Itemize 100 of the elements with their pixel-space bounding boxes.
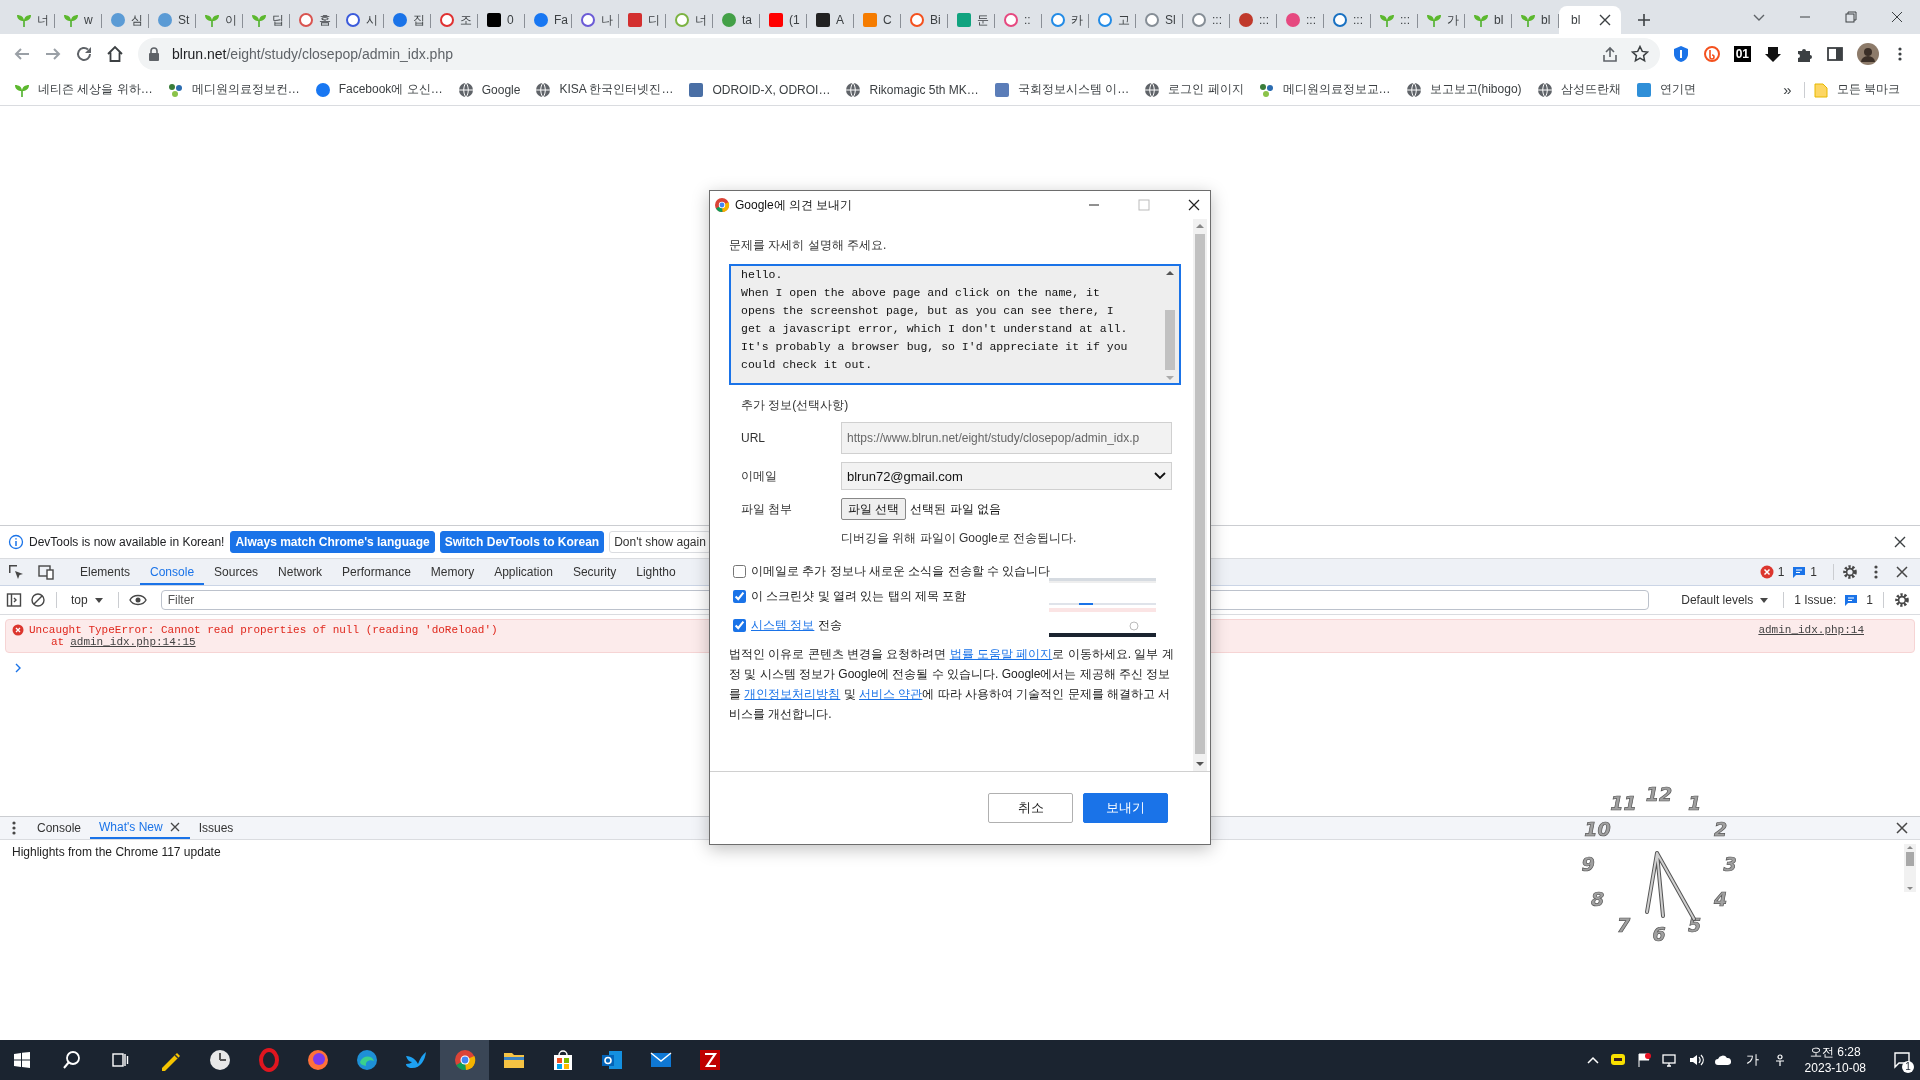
drawer-tab[interactable]: Console	[28, 816, 91, 839]
tab[interactable]: bl	[1559, 6, 1621, 34]
new-tab-icon[interactable]	[1636, 12, 1652, 28]
file-choose-button[interactable]: 파일 선택	[841, 498, 907, 520]
tab[interactable]: bl	[1465, 6, 1512, 34]
scrollbar[interactable]	[1193, 219, 1207, 771]
scrollbar[interactable]	[1164, 268, 1176, 383]
tab[interactable]: 둔	[948, 6, 995, 34]
search-icon[interactable]	[62, 1050, 82, 1070]
tab[interactable]: (1	[760, 6, 807, 34]
close-icon[interactable]	[1892, 534, 1908, 550]
home-icon[interactable]	[106, 45, 124, 63]
bookmark-star-icon[interactable]	[1630, 45, 1649, 63]
extension-icon[interactable]: 01	[1733, 46, 1751, 62]
tab[interactable]: ta	[713, 6, 760, 34]
infobar-button[interactable]: Don't show again	[609, 531, 711, 553]
checkbox[interactable]	[733, 590, 746, 603]
tab[interactable]: St	[149, 6, 196, 34]
tab[interactable]: Sl	[1136, 6, 1183, 34]
taskbar-time[interactable]: 오전 6:28	[1809, 1044, 1861, 1060]
bookmark[interactable]: ODROID-X, ODROI…	[688, 81, 831, 98]
settings-icon[interactable]	[1842, 564, 1858, 580]
tab[interactable]: 카	[1042, 6, 1089, 34]
link[interactable]: 시스템 정보	[751, 618, 815, 632]
devtools-tab[interactable]: Security	[562, 559, 627, 585]
tab[interactable]: 홈	[290, 6, 337, 34]
tab[interactable]: 너	[8, 6, 55, 34]
ring-icon[interactable]	[256, 1048, 281, 1072]
link[interactable]: 법률 도움말 페이지	[949, 647, 1053, 661]
ring-icon[interactable]	[1702, 45, 1721, 63]
checkbox[interactable]	[733, 565, 746, 578]
devtools-tab[interactable]: Lightho	[626, 559, 686, 585]
bookmark[interactable]: Google	[457, 81, 521, 98]
tab[interactable]: 디	[619, 6, 666, 34]
bookmark[interactable]: Rikomagic 5th MK…	[845, 81, 979, 98]
infobar-button[interactable]: Switch DevTools to Korean	[439, 531, 605, 553]
devtools-tab[interactable]: Console	[140, 559, 205, 585]
restore-icon[interactable]	[1843, 9, 1859, 25]
tab[interactable]: :::	[1230, 6, 1277, 34]
sidebar-icon[interactable]	[6, 592, 22, 608]
mailbox-icon[interactable]	[599, 1048, 624, 1072]
tab[interactable]: 고	[1089, 6, 1136, 34]
clear-icon[interactable]	[30, 592, 46, 608]
arrow-icon[interactable]	[1764, 45, 1782, 63]
bookmark[interactable]: 국회정보시스템 이…	[993, 81, 1130, 98]
tab[interactable]: 집	[384, 6, 431, 34]
tab[interactable]: 시	[337, 6, 384, 34]
infobar-button[interactable]: Always match Chrome's language	[230, 531, 435, 553]
tab[interactable]: 나	[572, 6, 619, 34]
tab[interactable]: 딥	[243, 6, 290, 34]
bookmark[interactable]: 네티즌 세상을 위하…	[14, 81, 153, 98]
bookmark[interactable]: KISA 한국인터넷진…	[535, 81, 674, 98]
flag-icon[interactable]	[1635, 1052, 1652, 1068]
url-field[interactable]: https://www.blrun.net/eight/study/closepop/admin_idx.p	[841, 422, 1172, 454]
taskbar-date[interactable]: 2023-10-08	[1804, 1060, 1866, 1076]
close-icon[interactable]	[1597, 12, 1613, 28]
bookmark[interactable]: 보고보고(hibogo)	[1405, 81, 1522, 98]
tab[interactable]: C	[854, 6, 901, 34]
bookmark[interactable]: 삼성뜨란채	[1536, 81, 1621, 98]
close-icon[interactable]	[1186, 197, 1202, 213]
send-button[interactable]: 보내기	[1083, 793, 1168, 823]
devtools-tab[interactable]: Network	[268, 559, 333, 585]
tab[interactable]: 가	[1418, 6, 1465, 34]
link[interactable]: 개인정보처리방침	[744, 687, 841, 701]
avatar[interactable]	[1857, 43, 1879, 65]
drawer-tab[interactable]: What's New	[90, 816, 190, 839]
chat-icon[interactable]	[1609, 1052, 1626, 1068]
bookmark[interactable]: 로그인 페이지	[1144, 81, 1244, 98]
input-mode-text[interactable]: 가	[1745, 1051, 1759, 1069]
task-view-icon[interactable]	[111, 1051, 129, 1069]
description-field[interactable]: hello. When I open the above page and click on the name, it opens the screenshot page, but as you can see there, I get a javascript error, which I don't understand at all. It's probably a browser bug, so I'd appreciate it if you could check it out.	[729, 264, 1181, 385]
scrollbar[interactable]	[1904, 843, 1916, 892]
wave-icon[interactable]	[354, 1048, 379, 1072]
tab[interactable]: :::	[1277, 6, 1324, 34]
side-panel-icon[interactable]	[1826, 45, 1844, 63]
reload-icon[interactable]	[75, 45, 93, 63]
tab[interactable]: Bi	[901, 6, 948, 34]
tab[interactable]: bl	[1512, 6, 1559, 34]
bookmark[interactable]: Facebook에 오신…	[314, 81, 443, 98]
network-icon[interactable]	[1661, 1052, 1678, 1068]
close-icon[interactable]	[1889, 9, 1905, 25]
email-select[interactable]: blrun72@gmail.com	[841, 462, 1172, 490]
link[interactable]: 서비스 약관	[859, 687, 923, 701]
browser-icon[interactable]	[452, 1048, 477, 1072]
tab[interactable]: 0	[478, 6, 525, 34]
source-link[interactable]: admin_idx.php:14:15	[70, 636, 196, 648]
close-icon[interactable]	[168, 820, 181, 833]
clock-icon[interactable]	[207, 1048, 232, 1072]
shield-icon[interactable]	[1671, 45, 1690, 63]
bookmark-folder[interactable]: 모든 북마크	[1812, 81, 1900, 98]
cancel-button[interactable]: 취소	[988, 793, 1073, 823]
devtools-tab[interactable]: Performance	[332, 559, 421, 585]
tab[interactable]: A	[807, 6, 854, 34]
devtools-tab[interactable]: Application	[484, 559, 563, 585]
volume-icon[interactable]	[1687, 1052, 1704, 1068]
tab[interactable]: w	[55, 6, 102, 34]
tab[interactable]: 조	[431, 6, 478, 34]
settings-icon[interactable]	[1894, 592, 1910, 608]
tab[interactable]: :::	[1183, 6, 1230, 34]
close-icon[interactable]	[1894, 819, 1910, 836]
